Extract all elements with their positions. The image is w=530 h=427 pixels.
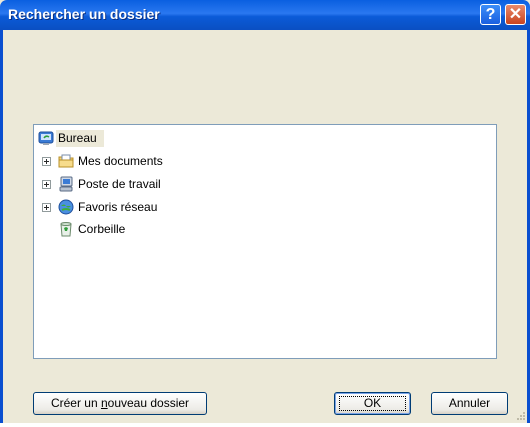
- tree-item-label: Favoris réseau: [78, 200, 158, 214]
- expand-icon[interactable]: [42, 180, 51, 189]
- recycle-bin-icon: [58, 221, 74, 237]
- desktop-icon: [38, 130, 54, 146]
- cancel-label: Annuler: [448, 396, 491, 410]
- network-places-icon: [58, 199, 74, 215]
- new-folder-label-end: ouveau dossier: [107, 396, 190, 410]
- ok-button[interactable]: OK: [334, 392, 411, 415]
- window-frame-left: [0, 30, 3, 423]
- tree-item-favoris-reseau[interactable]: Favoris réseau: [42, 199, 202, 217]
- browse-folder-dialog: Rechercher un dossier ? ✕ Bureau Mes doc…: [0, 0, 530, 423]
- tree-item-corbeille[interactable]: Corbeille: [58, 221, 198, 239]
- tree-item-label: Mes documents: [78, 154, 163, 168]
- resize-grip-icon[interactable]: [514, 408, 526, 420]
- dialog-title: Rechercher un dossier: [8, 6, 160, 22]
- folder-documents-icon: [58, 153, 74, 169]
- focus-rectangle: [339, 396, 406, 411]
- new-folder-button[interactable]: Créer un nouveau dossier: [33, 392, 207, 415]
- tree-item-poste-de-travail[interactable]: Poste de travail: [42, 176, 202, 194]
- tree-item-label: Bureau: [58, 131, 97, 145]
- help-button[interactable]: ?: [480, 4, 501, 25]
- new-folder-accelerator: n: [100, 396, 108, 410]
- tree-item-label: Poste de travail: [78, 177, 161, 191]
- expand-icon[interactable]: [42, 203, 51, 212]
- close-icon: ✕: [508, 6, 523, 23]
- tree-item-label: Corbeille: [78, 222, 126, 236]
- expand-icon[interactable]: [42, 157, 51, 166]
- new-folder-label-start: Créer un: [50, 396, 101, 410]
- close-button[interactable]: ✕: [505, 4, 526, 25]
- folder-tree[interactable]: Bureau Mes documents Poste de travail Fa…: [33, 124, 497, 359]
- cancel-button[interactable]: Annuler: [431, 392, 508, 415]
- tree-item-bureau[interactable]: Bureau: [38, 130, 158, 148]
- my-computer-icon: [58, 176, 74, 192]
- tree-item-mes-documents[interactable]: Mes documents: [42, 153, 202, 171]
- help-icon: ?: [485, 6, 496, 23]
- title-bar[interactable]: Rechercher un dossier ? ✕: [0, 0, 530, 30]
